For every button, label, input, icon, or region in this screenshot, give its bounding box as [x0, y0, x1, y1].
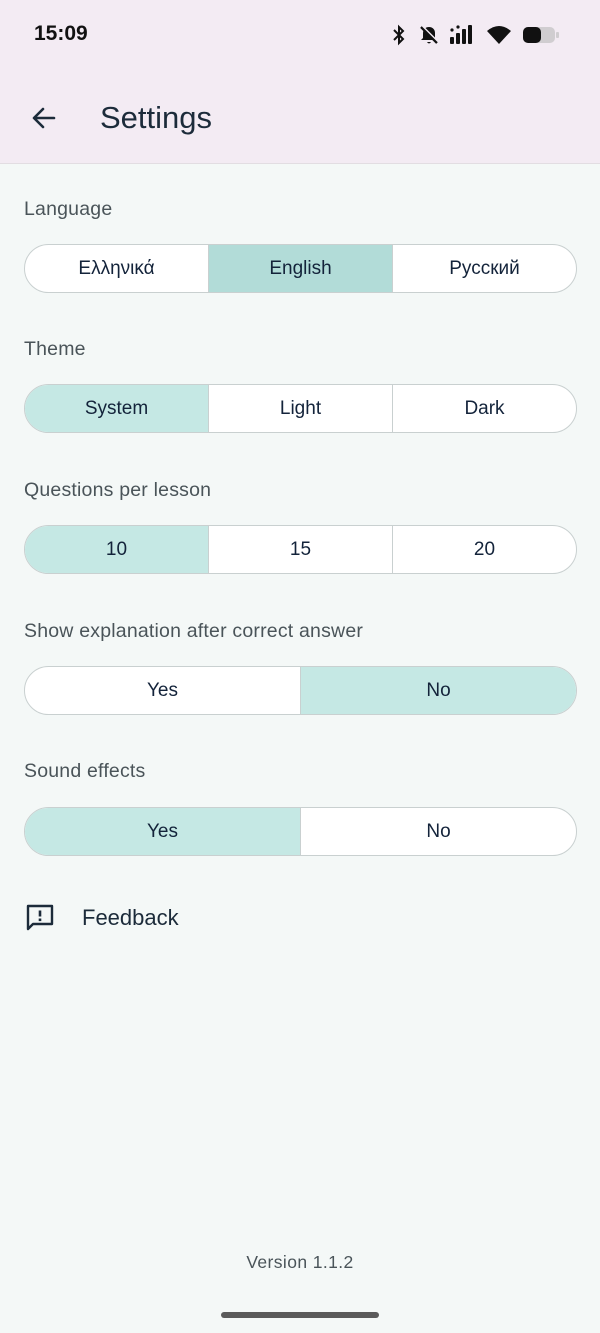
back-button[interactable]	[22, 98, 66, 142]
status-time: 15:09	[34, 22, 88, 45]
show-explanation-option-yes[interactable]: Yes	[25, 667, 301, 714]
mute-icon	[418, 24, 440, 46]
language-segmented-control: Ελληνικά English Русский	[24, 244, 577, 293]
theme-segmented-control: System Light Dark	[24, 384, 577, 433]
sound-effects-segmented-control: Yes No	[24, 807, 577, 856]
sound-effects-option-yes[interactable]: Yes	[25, 808, 301, 855]
app-bar: Settings	[0, 78, 600, 158]
questions-option-15[interactable]: 15	[209, 526, 393, 573]
feedback-label: Feedback	[82, 905, 179, 930]
questions-option-20[interactable]: 20	[393, 526, 576, 573]
bluetooth-icon	[390, 24, 408, 46]
questions-per-lesson-label: Questions per lesson	[24, 479, 212, 501]
theme-label: Theme	[24, 338, 86, 360]
sound-effects-option-no[interactable]: No	[301, 808, 576, 855]
show-explanation-segmented-control: Yes No	[24, 666, 577, 715]
theme-option-system[interactable]: System	[25, 385, 209, 432]
top-app-bar-background: 15:09 Settings	[0, 0, 600, 164]
battery-icon	[522, 24, 560, 46]
language-option-english[interactable]: English	[209, 245, 393, 292]
home-indicator[interactable]	[221, 1312, 379, 1318]
feedback-icon	[24, 901, 58, 935]
questions-per-lesson-segmented-control: 10 15 20	[24, 525, 577, 574]
language-label: Language	[24, 198, 113, 220]
status-icons	[390, 22, 560, 48]
status-bar: 15:09	[0, 0, 600, 70]
language-option-russian[interactable]: Русский	[393, 245, 576, 292]
theme-option-light[interactable]: Light	[209, 385, 393, 432]
sound-effects-label: Sound effects	[24, 760, 146, 782]
wifi-icon	[486, 24, 512, 46]
signal-icon	[450, 24, 476, 46]
feedback-item[interactable]: Feedback	[24, 896, 179, 940]
version-text: Version 1.1.2	[246, 1252, 354, 1272]
theme-option-dark[interactable]: Dark	[393, 385, 576, 432]
page-title: Settings	[100, 100, 213, 135]
questions-option-10[interactable]: 10	[25, 526, 209, 573]
arrow-left-icon	[30, 104, 58, 137]
show-explanation-label: Show explanation after correct answer	[24, 620, 364, 642]
language-option-greek[interactable]: Ελληνικά	[25, 245, 209, 292]
show-explanation-option-no[interactable]: No	[301, 667, 576, 714]
